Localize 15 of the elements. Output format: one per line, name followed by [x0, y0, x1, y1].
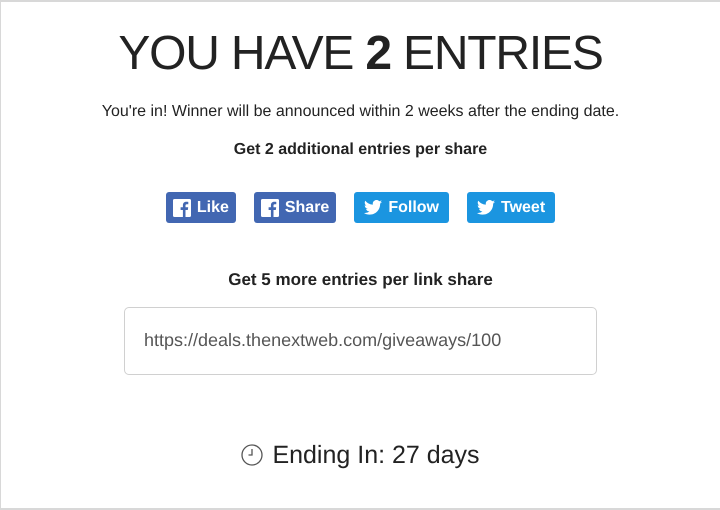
confirmation-message: You're in! Winner will be announced within 2 weeks after the ending date.	[102, 102, 620, 122]
countdown-text: Ending In: 27 days	[272, 440, 480, 470]
facebook-icon	[260, 198, 279, 216]
facebook-icon	[172, 198, 191, 216]
link-share-prompt: Get 5 more entries per link share	[228, 269, 493, 291]
entries-heading: YOU HAVE 2 ENTRIES	[118, 30, 603, 78]
facebook-button[interactable]: Share	[254, 192, 336, 223]
twitter-button[interactable]: Tweet	[466, 192, 556, 223]
twitter-button[interactable]: Follow	[354, 192, 449, 223]
bird-icon	[476, 200, 495, 215]
clock-icon	[241, 444, 264, 466]
share-prompt: Get 2 additional entries per share	[234, 140, 488, 160]
facebook-button[interactable]: Like	[166, 192, 236, 223]
bird-icon	[364, 200, 382, 215]
share-link-field[interactable]: https://deals.thenextweb.com/giveaways/100	[124, 306, 597, 374]
